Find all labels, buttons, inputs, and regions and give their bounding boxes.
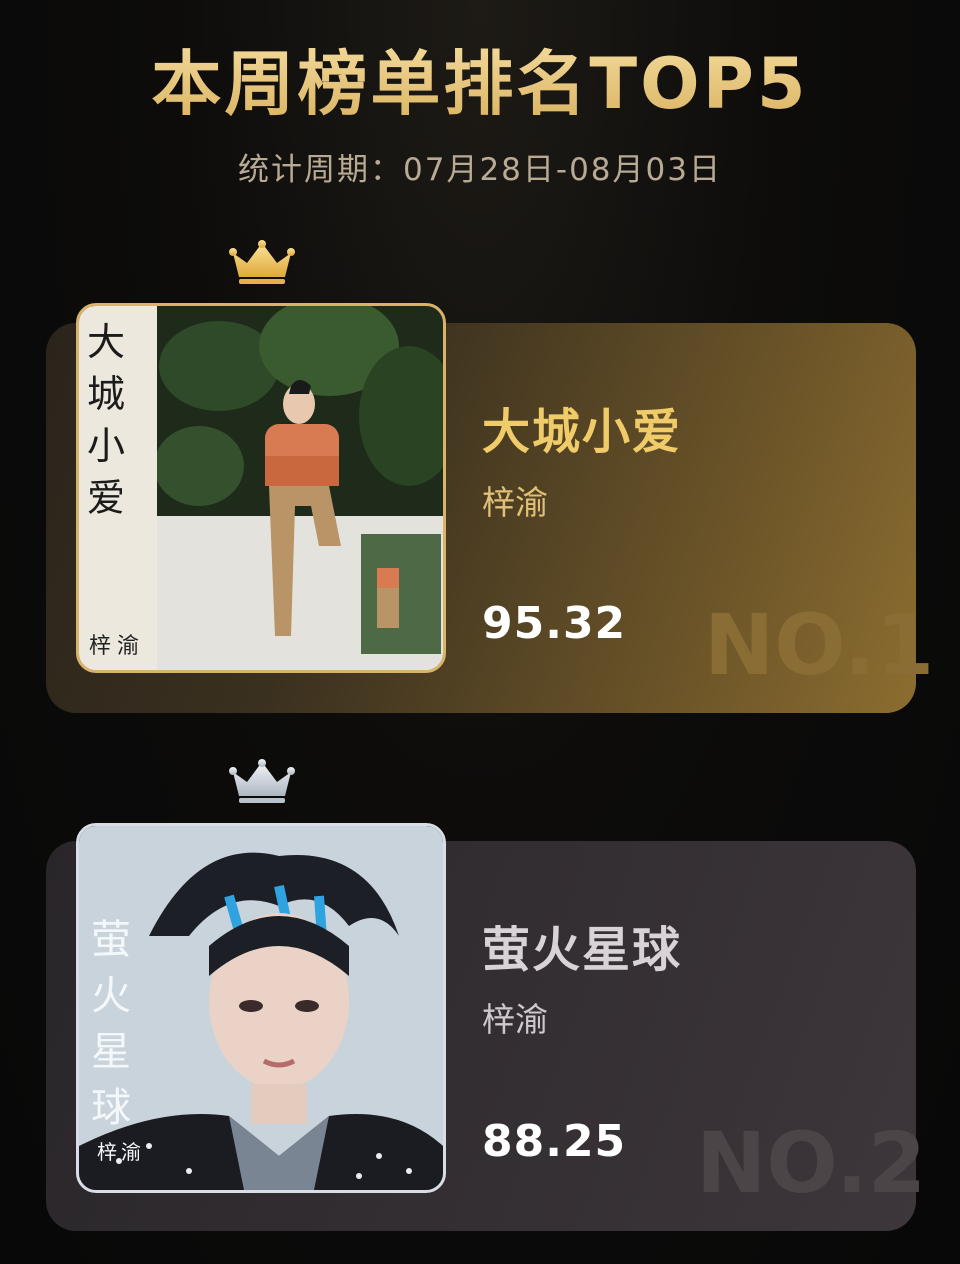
album-cover-2[interactable]: 萤火星球 梓渝: [76, 823, 446, 1193]
song-title-1[interactable]: 大城小爱: [482, 392, 682, 462]
score-2: 88.25: [482, 1116, 627, 1167]
silver-crown-icon: [229, 759, 295, 803]
cover-artist-label: 梓渝: [89, 634, 146, 659]
score-1: 95.32: [482, 598, 627, 649]
rank-label-2: NO.2: [696, 1114, 927, 1212]
stat-period: 统计周期：07月28日-08月03日: [238, 152, 722, 188]
gold-crown-icon: [229, 240, 295, 284]
album-cover-1[interactable]: 大城小爱 梓渝: [76, 303, 446, 673]
cover-title-vertical: 大城小爱: [87, 320, 126, 520]
artist-name-2[interactable]: 梓渝: [482, 993, 548, 1041]
cover-artist-label: 梓渝: [97, 1140, 145, 1164]
album-art-daxiaoai: [79, 306, 443, 670]
artist-name-1[interactable]: 梓渝: [482, 476, 548, 524]
cover-title-handwritten: 萤火星球: [91, 917, 131, 1131]
page-title: 本周榜单排名TOP5: [0, 28, 960, 129]
song-title-2[interactable]: 萤火星球: [482, 910, 682, 980]
rank-label-1: NO.1: [704, 596, 935, 694]
